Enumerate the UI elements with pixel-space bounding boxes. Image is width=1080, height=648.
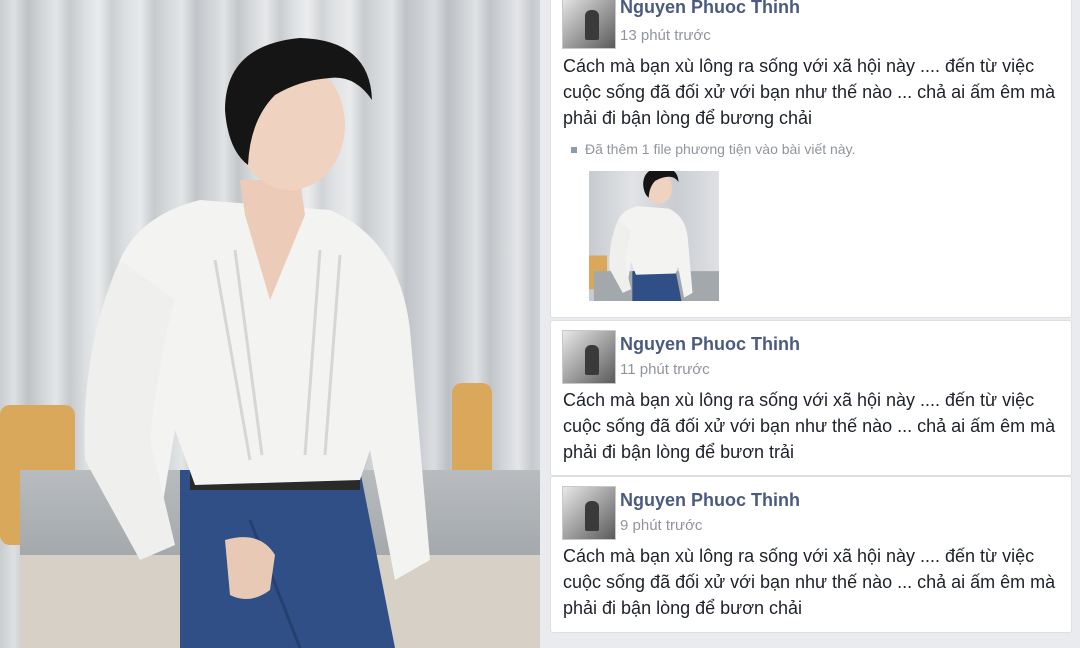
author-name[interactable]: Nguyen Phuoc Thinh [620,334,800,355]
author-name[interactable]: Nguyen Phuoc Thinh [620,490,800,511]
post-text: Cách mà bạn xù lông ra sống với xã hội n… [563,56,1056,128]
author-avatar[interactable] [562,0,616,49]
post-card: Nguyen Phuoc Thinh 11 phút trước Cách mà… [550,320,1072,476]
post-card: Nguyen Phuoc Thinh 9 phút trước Cách mà … [550,476,1072,633]
post-time[interactable]: 11 phút trước [620,361,710,378]
thumbnail-figure [589,171,719,301]
media-added-note: Đã thêm 1 file phương tiện vào bài viết … [571,141,855,157]
post-time[interactable]: 13 phút trước [620,27,711,44]
post-text: Cách mà bạn xù lông ra sống với xã hội n… [563,390,1056,462]
author-avatar[interactable] [562,330,616,384]
post-photo [0,0,540,648]
post-card: Nguyen Phuoc Thinh 13 phút trước Cách mà… [550,0,1072,318]
post-time[interactable]: 9 phút trước [620,517,702,534]
author-avatar[interactable] [562,486,616,540]
activity-feed: Nguyen Phuoc Thinh 13 phút trước Cách mà… [540,0,1080,648]
post-text: Cách mà bạn xù lông ra sống với xã hội n… [563,546,1056,618]
person-figure [84,38,430,648]
author-name[interactable]: Nguyen Phuoc Thinh [620,0,800,18]
bullet-icon [571,147,577,154]
media-added-text: Đã thêm 1 file phương tiện vào bài viết … [585,141,856,157]
media-thumbnail[interactable] [589,171,719,301]
